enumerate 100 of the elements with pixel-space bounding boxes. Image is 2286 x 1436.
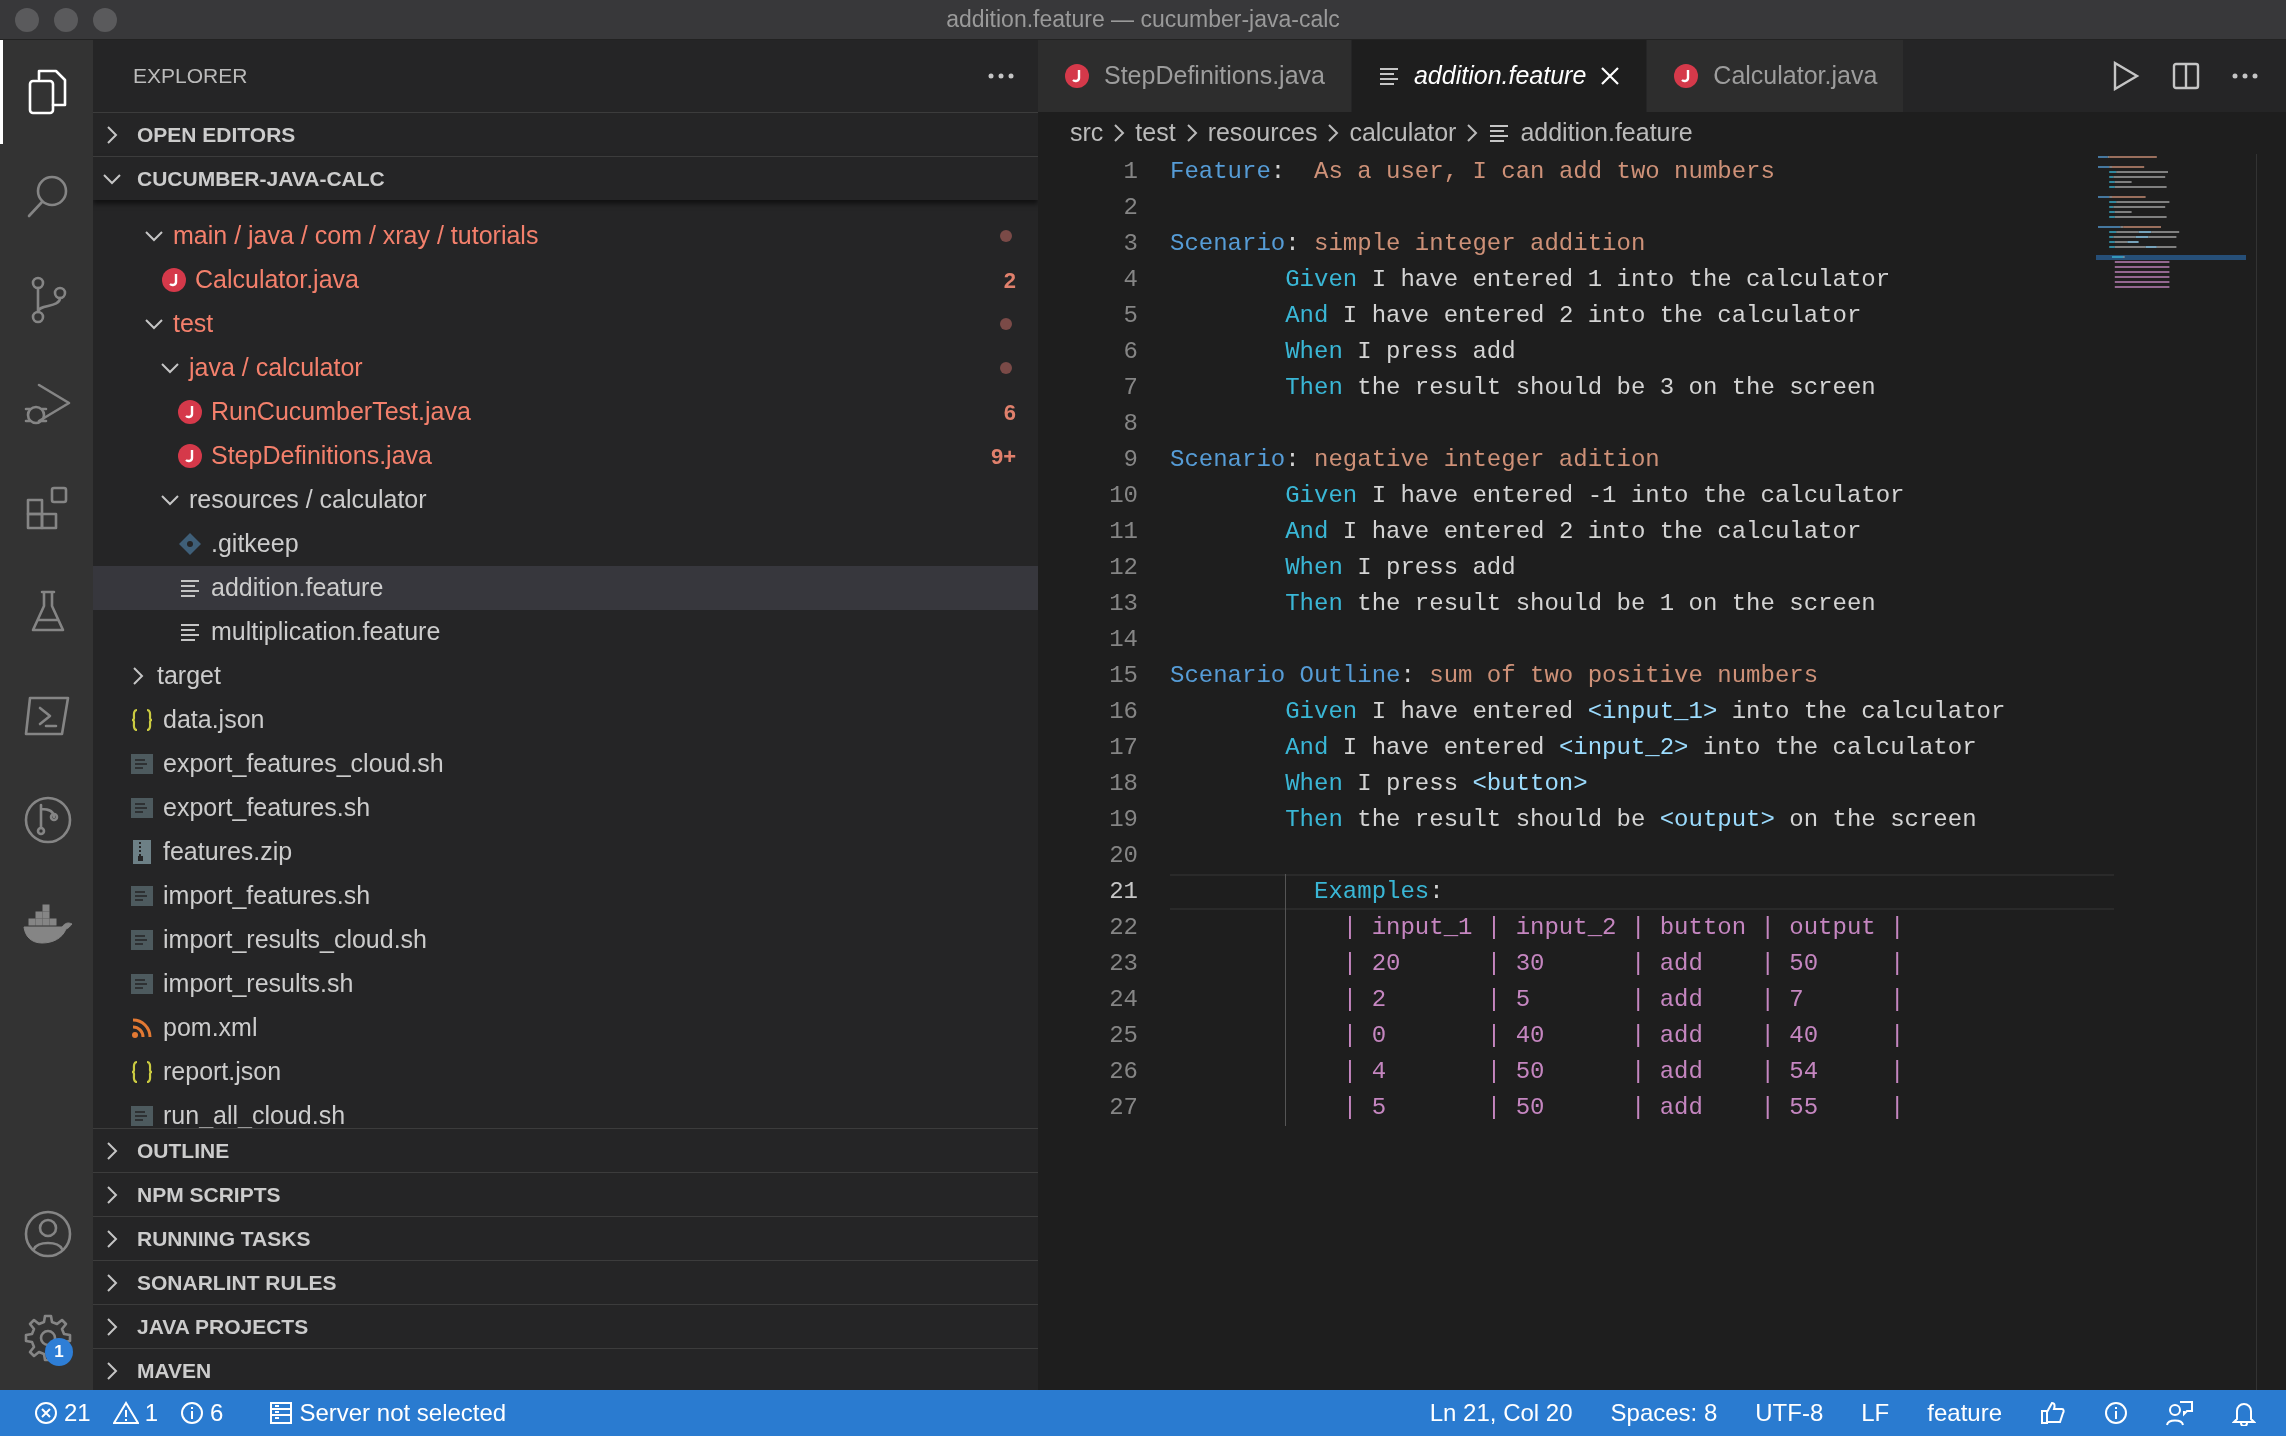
file-row[interactable]: multiplication.feature xyxy=(93,610,1038,654)
breadcrumb-item[interactable]: addition.feature xyxy=(1488,114,1693,152)
archive-icon xyxy=(132,839,152,865)
line-number: 17 xyxy=(1108,733,1138,763)
status-item[interactable]: UTF-8 xyxy=(1749,1395,1830,1431)
problem-count: 2 xyxy=(1003,266,1016,295)
status-item[interactable]: 6 xyxy=(174,1395,230,1431)
branch-circle-icon xyxy=(23,795,73,845)
section-header[interactable]: CUCUMBER-JAVA-CALC xyxy=(93,156,1038,200)
java-icon xyxy=(161,267,187,293)
document-icon xyxy=(130,972,154,996)
line-number: 15 xyxy=(1108,661,1138,691)
line-number: 11 xyxy=(1108,517,1138,547)
code-line: And I have entered <input_2> into the calculator xyxy=(1285,733,1977,763)
java-icon xyxy=(1064,63,1090,89)
code-line: | 0 | 40 | add | 40 | xyxy=(1342,1021,1905,1051)
breadcrumb-item[interactable]: calculator xyxy=(1349,114,1457,152)
line-number: 22 xyxy=(1108,913,1138,943)
file-row[interactable]: features.zip xyxy=(93,830,1038,874)
code-line: When I press add xyxy=(1285,337,1516,367)
line-number: 10 xyxy=(1108,481,1138,511)
file-row[interactable]: export_features.sh xyxy=(93,786,1038,830)
file-row[interactable]: import_features.sh xyxy=(93,874,1038,918)
status-item[interactable]: feature xyxy=(1921,1395,2008,1431)
window-control-icon xyxy=(14,6,40,33)
editor-tab[interactable]: addition.feature xyxy=(1351,40,1648,112)
code-line: Then the result should be 3 on the screen xyxy=(1285,373,1876,403)
line-number: 13 xyxy=(1108,589,1138,619)
document-icon xyxy=(130,928,154,952)
file-row[interactable]: StepDefinitions.java 9+ xyxy=(93,434,1038,478)
line-number: 5 xyxy=(1122,301,1138,331)
thumbs-up-icon xyxy=(2040,1401,2066,1425)
breadcrumb-item[interactable]: src xyxy=(1070,114,1104,152)
file-row[interactable]: .gitkeep xyxy=(93,522,1038,566)
more-button[interactable] xyxy=(2232,73,2258,79)
status-item[interactable]: Spaces: 8 xyxy=(1604,1395,1724,1431)
line-number: 8 xyxy=(1122,409,1138,439)
section-header[interactable]: OUTLINE xyxy=(93,1128,1038,1172)
file-row[interactable]: import_results.sh xyxy=(93,962,1038,1006)
section-header[interactable]: RUNNING TASKS xyxy=(93,1216,1038,1260)
split-editor-button[interactable] xyxy=(2172,62,2200,90)
editor-tab[interactable]: Calculator.java xyxy=(1647,40,1905,112)
error-icon xyxy=(34,1401,58,1425)
line-number: 21 xyxy=(1108,877,1138,907)
file-row[interactable]: pom.xml xyxy=(93,1006,1038,1050)
line-number: 1 xyxy=(1122,157,1138,187)
lines-icon xyxy=(179,622,201,642)
section-header[interactable]: SONARLINT RULES xyxy=(93,1260,1038,1304)
status-item[interactable]: 21 xyxy=(28,1395,97,1431)
status-item[interactable]: Server not selected xyxy=(263,1395,513,1431)
folder-row[interactable]: test xyxy=(93,302,1038,346)
file-row[interactable]: data.json xyxy=(93,698,1038,742)
chevron-icon xyxy=(1185,123,1198,143)
folder-row[interactable]: main / java / com / xray / tutorials xyxy=(93,214,1038,258)
code-line: Given I have entered 1 into the calculator xyxy=(1285,265,1891,295)
code-line: Scenario: negative integer adition xyxy=(1170,445,1660,475)
line-number: 24 xyxy=(1108,985,1138,1015)
line-number: 26 xyxy=(1108,1057,1138,1087)
section-header[interactable]: NPM SCRIPTS xyxy=(93,1172,1038,1216)
status-item[interactable]: Ln 21, Col 20 xyxy=(1423,1395,1579,1431)
line-number: 3 xyxy=(1122,229,1138,259)
folder-row[interactable]: java / calculator xyxy=(93,346,1038,390)
lines-icon xyxy=(1377,66,1400,86)
code-line: Given I have entered <input_1> into the calculator xyxy=(1285,697,2006,727)
file-row[interactable]: addition.feature xyxy=(93,566,1038,610)
braces-icon xyxy=(130,1060,154,1084)
code-line: | 4 | 50 | add | 54 | xyxy=(1342,1057,1905,1087)
folder-row[interactable]: resources / calculator xyxy=(93,478,1038,522)
close-icon xyxy=(1600,66,1621,86)
line-number: 18 xyxy=(1108,769,1138,799)
line-number: 2 xyxy=(1122,193,1138,223)
more-icon[interactable] xyxy=(988,73,1014,79)
code-line: | input_1 | input_2 | button | output | xyxy=(1342,913,1905,943)
document-icon xyxy=(130,752,154,776)
java-icon xyxy=(1673,63,1700,89)
window-control-icon xyxy=(92,6,118,33)
file-row[interactable]: export_features_cloud.sh xyxy=(93,742,1038,786)
editor-tab[interactable]: StepDefinitions.java xyxy=(1038,40,1352,112)
file-row[interactable]: import_results_cloud.sh xyxy=(93,918,1038,962)
file-row[interactable]: Calculator.java 2 xyxy=(93,258,1038,302)
section-header[interactable]: OPEN EDITORS xyxy=(93,112,1038,156)
run-button[interactable] xyxy=(2112,61,2140,91)
line-number: 7 xyxy=(1122,373,1138,403)
status-item[interactable]: LF xyxy=(1855,1395,1896,1431)
breadcrumb-item[interactable]: resources xyxy=(1207,114,1318,152)
line-number: 25 xyxy=(1108,1021,1138,1051)
lines-icon xyxy=(179,578,201,598)
code-line: Then the result should be <output> on the screen xyxy=(1285,805,1977,835)
window-title: addition.feature — cucumber-java-calc xyxy=(946,6,1340,33)
activity-bar-button[interactable]: 1 xyxy=(0,1286,93,1390)
status-item[interactable]: 1 xyxy=(106,1395,165,1431)
account-icon xyxy=(23,1209,73,1259)
folder-row[interactable]: target xyxy=(93,654,1038,698)
file-row[interactable]: report.json xyxy=(93,1050,1038,1094)
code-line: | 20 | 30 | add | 50 | xyxy=(1342,949,1905,979)
section-header[interactable]: JAVA PROJECTS xyxy=(93,1304,1038,1348)
line-number: 9 xyxy=(1122,445,1138,475)
code-line: When I press <button> xyxy=(1285,769,1588,799)
breadcrumb-item[interactable]: test xyxy=(1135,114,1176,152)
file-row[interactable]: RunCucumberTest.java 6 xyxy=(93,390,1038,434)
